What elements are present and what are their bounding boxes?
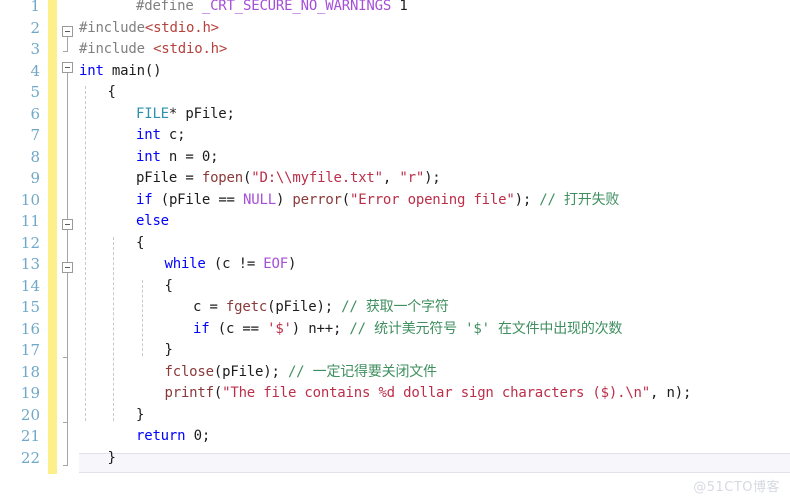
line-number-5: 5 <box>30 83 40 101</box>
code-line-20[interactable]: } <box>79 405 790 427</box>
fold-guide-end-line20 <box>63 422 68 423</box>
line-number-4: 4 <box>30 61 40 80</box>
watermark: @51CTO博客 <box>693 480 780 495</box>
code-line-11[interactable]: else <box>79 211 790 233</box>
fold-minus-icon-line11[interactable] <box>62 219 73 230</box>
code-line-4[interactable]: int main() <box>79 61 790 83</box>
code-editor[interactable]: 1 2 3 4 5 6 7 8 9 10 11 12 13 14 15 16 17 18 19 20 21 22 #def… <box>0 0 790 501</box>
fold-guide-line2 <box>67 37 68 51</box>
line-number-14: 14 <box>20 276 40 295</box>
code-line-3[interactable]: #include <stdio.h> <box>79 39 790 61</box>
code-line-6[interactable]: FILE* pFile; <box>79 104 790 126</box>
line-number-9: 9 <box>30 169 40 187</box>
code-line-13[interactable]: while (c != EOF) <box>79 254 790 276</box>
code-line-12[interactable]: { <box>79 233 790 255</box>
code-line-18[interactable]: fclose(pFile); // 一定记得要关闭文件 <box>79 362 790 384</box>
code-line-10[interactable]: if (pFile == NULL) perror("Error opening… <box>79 190 790 212</box>
line-number-1: 1 <box>30 0 40 15</box>
line-number-2: 2 <box>30 18 40 37</box>
line-number-6: 6 <box>30 104 40 123</box>
code-line-16[interactable]: if (c == '$') n++; // 统计美元符号 '$' 在文件中出现的… <box>79 319 790 341</box>
code-line-2[interactable]: #include<stdio.h> <box>79 18 790 40</box>
fold-minus-icon-line2[interactable] <box>62 26 73 37</box>
fold-minus-icon-line13[interactable] <box>62 262 73 273</box>
line-number-17: 17 <box>20 341 40 359</box>
line-number-3: 3 <box>30 40 40 58</box>
line-number-15: 15 <box>20 298 40 316</box>
line-number-8: 8 <box>30 147 40 166</box>
code-line-21[interactable]: return 0; <box>79 426 790 448</box>
line-number-10: 10 <box>20 190 40 209</box>
line-number-22: 22 <box>20 448 40 467</box>
code-line-14[interactable]: { <box>79 276 790 298</box>
fold-guide-end-line22 <box>63 465 68 466</box>
line-number-18: 18 <box>20 362 40 381</box>
line-number-13: 13 <box>20 255 40 273</box>
code-folding-gutter[interactable] <box>57 0 79 501</box>
line-number-12: 12 <box>20 233 40 252</box>
fold-guide-end-line17 <box>63 357 68 358</box>
fold-minus-icon-line4[interactable] <box>62 62 73 73</box>
line-number-20: 20 <box>20 405 40 424</box>
code-line-15[interactable]: c = fgetc(pFile); // 获取一个字符 <box>79 297 790 319</box>
code-line-8[interactable]: int n = 0; <box>79 147 790 169</box>
line-number-16: 16 <box>20 319 40 338</box>
line-number-19: 19 <box>20 384 40 402</box>
line-number-11: 11 <box>20 212 40 230</box>
line-number-7: 7 <box>30 126 40 144</box>
code-line-17[interactable]: } <box>79 340 790 362</box>
line-number-21: 21 <box>20 427 40 445</box>
change-indicator-bar <box>48 0 57 474</box>
code-line-19[interactable]: printf("The file contains %d dollar sign… <box>79 383 790 405</box>
code-line-9[interactable]: pFile = fopen("D:\\myfile.txt", "r"); <box>79 168 790 190</box>
code-line-5[interactable]: { <box>79 82 790 104</box>
code-line-7[interactable]: int c; <box>79 125 790 147</box>
code-line-22[interactable]: } <box>79 448 790 470</box>
code-line-1[interactable]: #define _CRT_SECURE_NO_WARNINGS 1 <box>79 0 790 18</box>
fold-guide-end-line3 <box>63 51 68 52</box>
